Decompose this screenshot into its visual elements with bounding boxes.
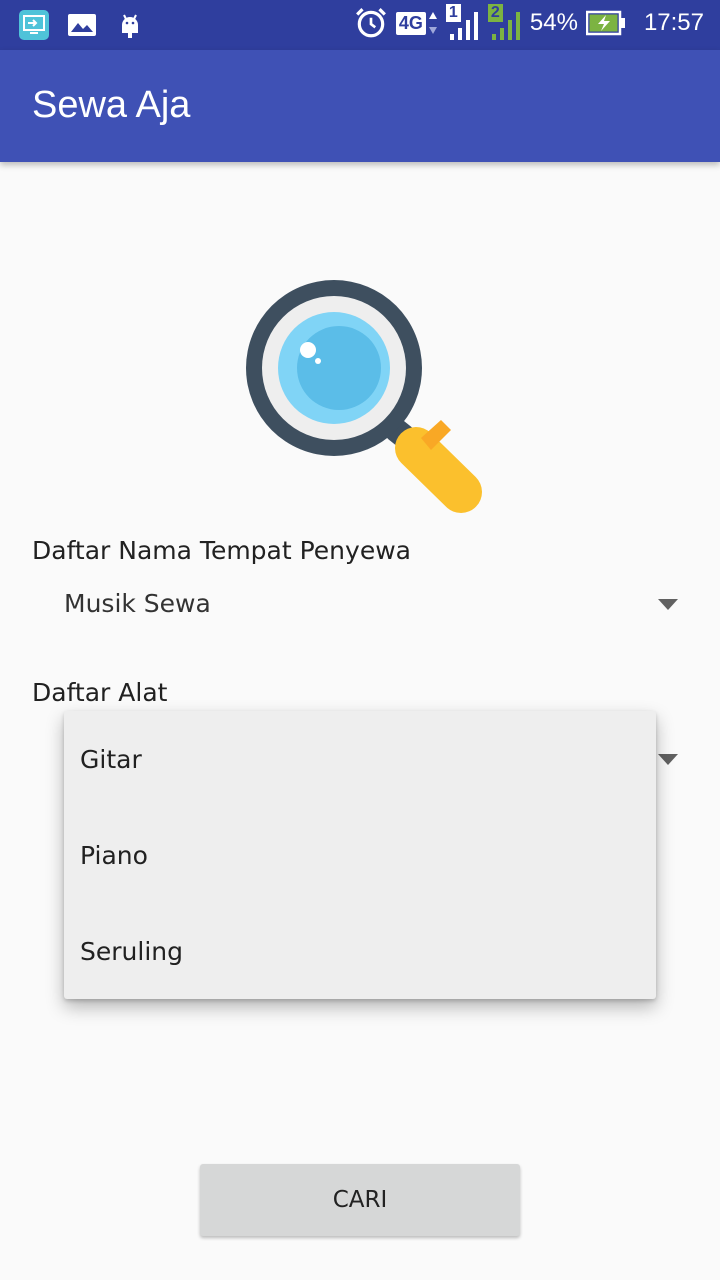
- dropdown-arrow-icon: [658, 599, 678, 610]
- status-bar: 4G 1 2 54% 17:57: [0, 0, 720, 50]
- dropdown-item-seruling[interactable]: Seruling: [64, 903, 656, 999]
- app-title: Sewa Aja: [32, 84, 191, 126]
- battery-percent: 54%: [529, 9, 578, 36]
- android-debug-icon: [122, 14, 138, 38]
- tempat-penyewa-label: Daftar Nama Tempat Penyewa: [32, 536, 411, 565]
- tempat-penyewa-selected-value: Musik Sewa: [64, 589, 211, 618]
- alarm-icon: [355, 8, 386, 38]
- signal-sim2-icon: 2: [487, 4, 522, 40]
- dropdown-arrow-icon: [658, 754, 678, 765]
- battery-charging-icon: [585, 10, 625, 36]
- alat-label: Daftar Alat: [32, 678, 168, 707]
- signal-sim1-icon: 1: [445, 4, 480, 40]
- dropdown-item-gitar[interactable]: Gitar: [64, 711, 656, 807]
- cari-button[interactable]: CARI: [200, 1164, 520, 1236]
- data-arrows-icon: [428, 12, 437, 34]
- network-type-label: 4G: [395, 11, 426, 35]
- magnifier-search-icon: [246, 280, 482, 513]
- status-bar-left-icons: [18, 9, 146, 41]
- screen-cast-icon: [19, 10, 49, 40]
- tempat-penyewa-spinner[interactable]: Musik Sewa: [32, 575, 692, 635]
- dropdown-item-piano[interactable]: Piano: [64, 807, 656, 903]
- image-notification-icon: [68, 14, 96, 36]
- app-bar: Sewa Aja: [0, 50, 720, 162]
- alat-dropdown-menu: Gitar Piano Seruling: [64, 711, 656, 999]
- clock: 17:57: [643, 9, 704, 36]
- status-bar-right-icons: 4G 1 2 54% 17:57: [354, 4, 704, 40]
- network-4g-icon: 4G: [395, 11, 438, 35]
